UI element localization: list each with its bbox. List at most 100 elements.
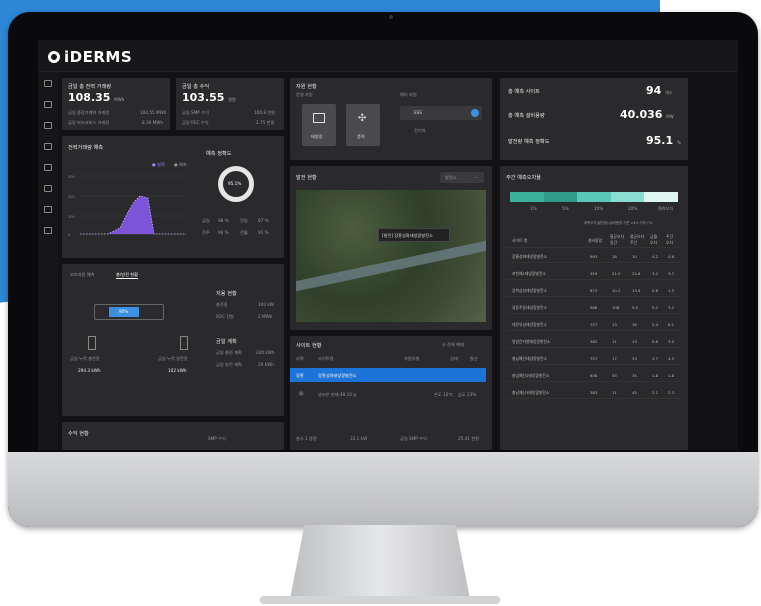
map-popup-text: [발전] 장흥성화태양광발전소: [382, 233, 433, 238]
site-region: 장흥: [296, 373, 304, 378]
plan-title: 금일 계획: [216, 339, 237, 345]
value-cell: 757: [590, 356, 598, 361]
file-icon[interactable]: [44, 143, 52, 150]
ess-button[interactable]: ESS: [400, 106, 482, 120]
forecast-card: 전력거래량 예측 ● 실적 ● 예측 300 200 100 0 예측 정확도 …: [62, 136, 284, 258]
site-list-header: 지역 사이트명 자원유형 상태 통신: [296, 356, 478, 361]
sun-icon: ☼: [298, 390, 305, 398]
site-count-label: 총 예측 사이트: [508, 89, 540, 95]
plant-map-card: 발전 현황 발전소 ⌄ [발전] 장흥성화태양광발전소: [290, 166, 492, 330]
value-cell: 993: [590, 254, 598, 259]
stat-value: 96 %: [218, 230, 229, 235]
side-nav: [38, 72, 58, 450]
value-cell: 22.8: [632, 271, 641, 276]
value-cell: 3.0: [668, 339, 675, 344]
trade-row-value: 100.55 MWh: [140, 110, 167, 115]
solar-label: 태양광: [311, 134, 323, 139]
table-row[interactable]: 대전유성태양광발전소 757 13 16 2.4 6.1: [506, 318, 682, 331]
table-row[interactable]: 장흥성화태양광발전소 993 18 10 4.2 4.6: [506, 250, 682, 263]
stat-label: 금일: [202, 218, 210, 223]
map-popup[interactable]: [발전] 장흥성화태양광발전소: [378, 228, 450, 242]
list-icon[interactable]: [44, 122, 52, 129]
value-cell: 2.3: [668, 390, 675, 395]
humidity: 습도 23%: [458, 392, 477, 397]
value-cell: 4.2: [652, 254, 659, 259]
plan-value: 20 kWh: [258, 362, 274, 367]
gauge-value: 95.1%: [228, 181, 242, 186]
ess-toggle[interactable]: [471, 109, 479, 117]
foot-value: 25.41 천원: [458, 436, 480, 441]
home-icon[interactable]: [44, 80, 52, 87]
value-cell: 108: [612, 305, 620, 310]
battery-icon: [180, 336, 188, 350]
value-cell: 11: [612, 390, 617, 395]
value-cell: 359: [590, 271, 598, 276]
ess-label: ESS: [414, 110, 422, 115]
plant-dropdown-label: 발전소: [445, 175, 457, 180]
value-cell: 0.6: [652, 339, 659, 344]
table-row[interactable]: 경동주동태양광발전소 968 108 9.0 5.2 3.2: [506, 301, 682, 314]
temperature: 온도 10℃: [434, 392, 454, 397]
monitor-base: [260, 596, 500, 604]
wind-button[interactable]: 풍력 ✣: [346, 104, 380, 146]
plan-value: 240 kWh: [256, 350, 275, 355]
plant-dropdown[interactable]: 발전소 ⌄: [440, 172, 484, 183]
y-tick: 300: [68, 175, 75, 179]
revenue-card: 수익 현황 SMP 수익: [62, 422, 284, 450]
foot-value: 33.1 kW: [350, 436, 368, 441]
trade-title: 금일 총 전력 거래량: [68, 84, 112, 90]
table-row[interactable]: 충남예산태양광발전소 757 17 33 3.7 4.3: [506, 352, 682, 365]
capacity-label: 총 예측 설비용량: [508, 113, 545, 119]
value-cell: 13: [612, 322, 617, 327]
table-row[interactable]: 영양잔자봉태양광발전소 382 11 13 0.6 3.0: [506, 335, 682, 348]
logo-icon: [48, 51, 60, 63]
site-list-card: 사이트 현황 ◎ 전체 해제 지역 사이트명 자원유형 상태 통신 장흥 장흥성…: [290, 336, 492, 450]
value-cell: 10.2: [612, 288, 621, 293]
value-cell: 382: [590, 339, 598, 344]
solar-button[interactable]: 태양광: [302, 104, 336, 146]
table-row[interactable]: 포천제1태양광발전소 359 21.0 22.8 3.2 3.7: [506, 267, 682, 280]
stat-label: 전일: [240, 218, 248, 223]
value-cell: 3.2: [668, 305, 675, 310]
table-row[interactable]: 충남예산3태양광발전소 383 11 45 2.1 2.3: [506, 386, 682, 399]
status-label: 충전중: [216, 302, 228, 307]
discharge-label: 금일 누적 방전량: [158, 356, 188, 361]
monitor-frame: iDERMS 금일 총 전력 거래량 108.35 MWh 금일 중장기계약 거…: [8, 12, 758, 527]
value-cell: 17: [612, 356, 617, 361]
capacity-value: 40.036 MW: [620, 108, 674, 121]
y-tick: 0: [68, 233, 70, 237]
site-name-cell: 충남예산3태양광발전소: [512, 390, 550, 395]
chart-icon[interactable]: [44, 101, 52, 108]
legend-tick: 20%: [628, 206, 638, 211]
clear-all-button[interactable]: ◎ 전체 해제: [442, 342, 464, 348]
value-cell: 4.6: [668, 254, 675, 259]
grid-icon[interactable]: [44, 206, 52, 213]
error-rate-title: 주간 예측오차율: [506, 175, 542, 181]
table-row[interactable]: 경북삼성태양광발전소 873 10.2 13.5 0.8 1.3: [506, 284, 682, 297]
monitor-chin: [8, 452, 758, 527]
revenue-row-label: 금일 REC 수익: [182, 120, 209, 125]
site-name-cell: 영양잔자봉태양광발전소: [512, 339, 551, 344]
site-name-cell: 경북삼성태양광발전소: [512, 288, 547, 293]
app-logo[interactable]: iDERMS: [48, 48, 132, 66]
logout-icon[interactable]: [44, 227, 52, 234]
satellite-map[interactable]: [발전] 장흥성화태양광발전소: [296, 190, 486, 322]
y-tick: 100: [68, 215, 75, 219]
monitor-icon[interactable]: [44, 164, 52, 171]
tab-charge[interactable]: 충/방전 현황: [116, 272, 139, 279]
table-row[interactable]: 충남예산2태양광발전소 638 55 35 1.8 1.8: [506, 369, 682, 382]
value-cell: 968: [590, 305, 598, 310]
value-cell: 3.2: [652, 271, 659, 276]
value-cell: 5.2: [652, 305, 659, 310]
battery-diagram: 90%: [94, 304, 164, 320]
legend-tick: 5%: [562, 206, 569, 211]
site-name-cell: 충남예산2태양광발전소: [512, 373, 550, 378]
charge-label: 금일 누적 충전량: [70, 356, 100, 361]
trade-row-label: 금일 중장기계약 거래량: [68, 110, 110, 115]
gear-icon[interactable]: [44, 185, 52, 192]
tab-forecast[interactable]: 보조자원 예측: [70, 272, 94, 278]
site-row-selected[interactable]: 장흥 장흥성화태양광발전소: [290, 368, 486, 382]
site-name: 장흥성화태양광발전소: [318, 373, 357, 378]
site-kpi-card: 총 예측 사이트 94 개소 총 예측 설비용량 40.036 MW 발전량 예…: [500, 78, 688, 160]
value-cell: 35: [632, 373, 637, 378]
